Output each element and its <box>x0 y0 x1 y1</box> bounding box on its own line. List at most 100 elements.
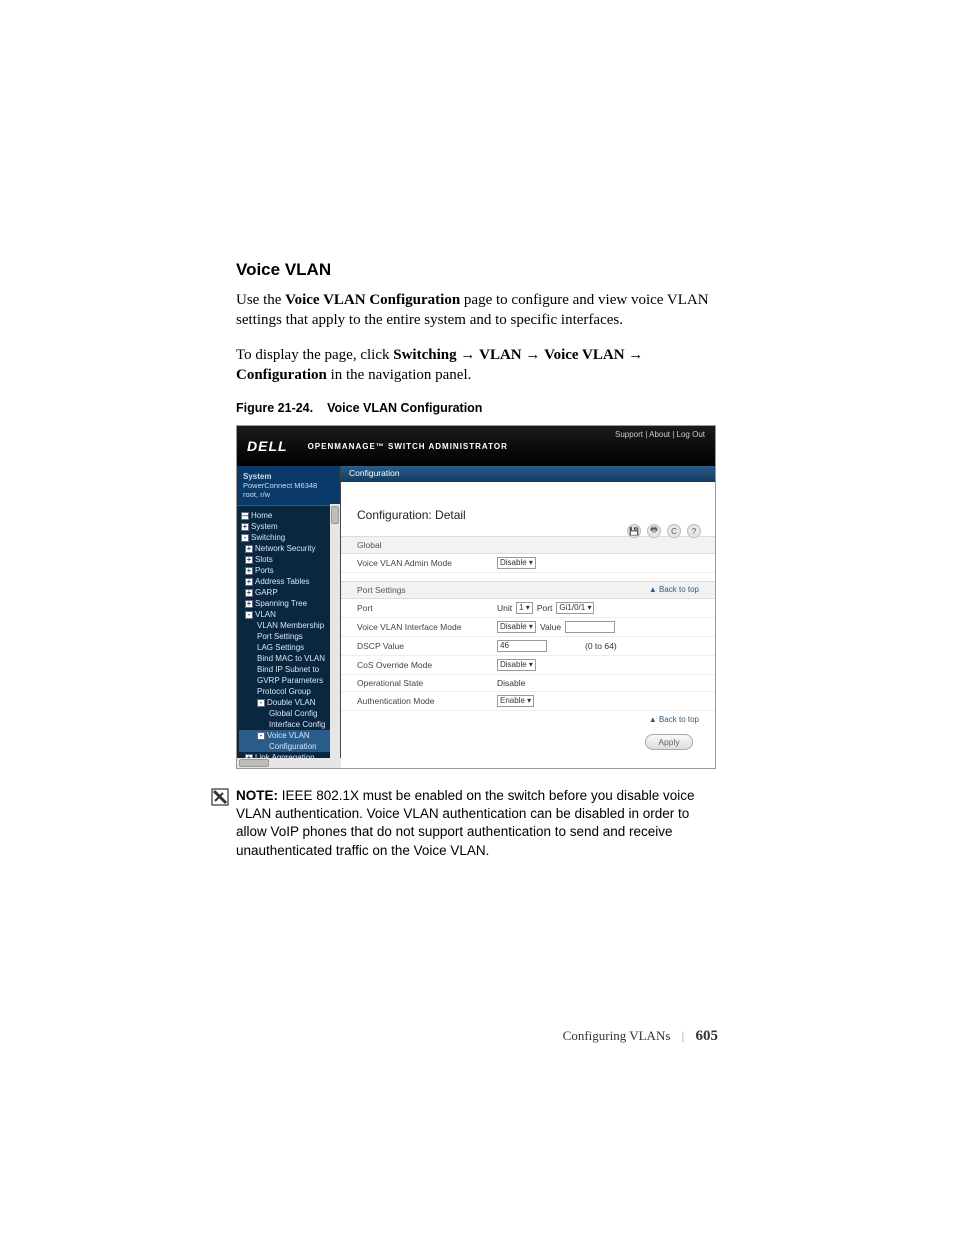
help-icon[interactable]: ? <box>687 524 701 538</box>
main-panel: Configuration Configuration: Detail 💾 🖶 … <box>341 466 715 768</box>
screenshot-figure: DELL OPENMANAGE™ SWITCH ADMINISTRATOR Su… <box>236 425 716 769</box>
select-unit[interactable]: 1 ▾ <box>516 602 533 614</box>
tree-item[interactable]: VLAN Membership <box>239 620 338 631</box>
dscp-range: (0 to 64) <box>585 641 617 651</box>
print-icon[interactable]: 🖶 <box>647 524 661 538</box>
save-icon[interactable]: 💾 <box>627 524 641 538</box>
tree-item[interactable]: +Slots <box>239 554 338 565</box>
tree-item[interactable]: GVRP Parameters <box>239 675 338 686</box>
tree-item[interactable]: —Home <box>239 510 338 521</box>
footer-separator: | <box>682 1028 685 1043</box>
sidebar-vscrollbar[interactable] <box>330 504 340 758</box>
tree-item[interactable]: Global Config <box>239 708 338 719</box>
nav-step: Configuration <box>236 367 327 383</box>
nav-paragraph: To display the page, click Switching → V… <box>236 345 718 386</box>
tree-expand-icon[interactable]: + <box>245 556 253 564</box>
tree-item-label: Interface Config <box>269 720 325 729</box>
tree-expand-icon[interactable]: + <box>245 567 253 575</box>
tree-item[interactable]: Protocol Group <box>239 686 338 697</box>
system-block: System PowerConnect M6348 root, r/w <box>237 466 340 506</box>
text: Use the <box>236 292 285 308</box>
tree-item[interactable]: Interface Config <box>239 719 338 730</box>
figure-number: Figure 21-24. <box>236 401 313 415</box>
refresh-icon[interactable]: C <box>667 524 681 538</box>
row-auth: Authentication Mode Enable ▾ <box>341 692 715 711</box>
tree-item-label: Port Settings <box>257 632 303 641</box>
select-iface-mode[interactable]: Disable ▾ <box>497 621 536 633</box>
select-cos[interactable]: Disable ▾ <box>497 659 536 671</box>
tree-expand-icon[interactable]: + <box>245 600 253 608</box>
select-auth[interactable]: Enable ▾ <box>497 695 534 707</box>
figure-caption: Figure 21-24. Voice VLAN Configuration <box>236 401 718 415</box>
tree-item[interactable]: +Address Tables <box>239 576 338 587</box>
tree-item[interactable]: LAG Settings <box>239 642 338 653</box>
tree-expand-icon[interactable]: - <box>241 534 249 542</box>
label-admin-mode: Voice VLAN Admin Mode <box>357 558 497 568</box>
tree-item[interactable]: Configuration <box>239 741 338 752</box>
top-links[interactable]: Support | About | Log Out <box>615 430 705 439</box>
note-block: NOTE: IEEE 802.1X must be enabled on the… <box>236 787 718 860</box>
tree-item-label: Global Config <box>269 709 317 718</box>
tree-item[interactable]: Bind MAC to VLAN <box>239 653 338 664</box>
tree-item-label: VLAN <box>255 610 276 619</box>
tree-item-label: Bind MAC to VLAN <box>257 654 325 663</box>
tree-item-label: System <box>251 522 278 531</box>
arrow: → <box>625 347 644 363</box>
row-port: Port Unit 1 ▾ Port Gi1/0/1 ▾ <box>341 599 715 618</box>
detail-header-row: Configuration: Detail <box>341 482 715 528</box>
tree-item-label: Network Security <box>255 544 315 553</box>
apply-button[interactable]: Apply <box>645 734 693 750</box>
tree-expand-icon[interactable]: + <box>245 545 253 553</box>
tree-item[interactable]: +Spanning Tree <box>239 598 338 609</box>
tree-expand-icon[interactable]: - <box>257 699 265 707</box>
detail-title: Configuration: Detail <box>357 508 466 522</box>
tab-header[interactable]: Configuration <box>341 466 715 482</box>
tree-item[interactable]: +System <box>239 521 338 532</box>
select-admin-mode[interactable]: Disable ▾ <box>497 557 536 569</box>
action-icons: 💾 🖶 C ? <box>627 524 701 538</box>
app-body: System PowerConnect M6348 root, r/w —Hom… <box>237 466 715 768</box>
sidebar: System PowerConnect M6348 root, r/w —Hom… <box>237 466 341 768</box>
nav-tree[interactable]: —Home+System-Switching+Network Security+… <box>237 506 340 769</box>
tree-item[interactable]: -Switching <box>239 532 338 543</box>
tree-item[interactable]: +GARP <box>239 587 338 598</box>
tree-item-label: GARP <box>255 588 278 597</box>
text: in the navigation panel. <box>327 367 472 383</box>
tree-expand-icon[interactable]: + <box>241 523 249 531</box>
user-role: root, r/w <box>243 490 334 499</box>
arrow: → <box>522 347 545 363</box>
row-cos: CoS Override Mode Disable ▾ <box>341 656 715 675</box>
tree-item[interactable]: -VLAN <box>239 609 338 620</box>
tree-expand-icon[interactable]: - <box>257 732 265 740</box>
tree-item-label: Voice VLAN <box>267 731 310 740</box>
sidebar-hscrollbar[interactable] <box>237 758 341 768</box>
tree-item[interactable]: +Ports <box>239 565 338 576</box>
figure-title: Voice VLAN Configuration <box>327 401 482 415</box>
back-to-top-link[interactable]: ▲ Back to top <box>649 715 699 724</box>
intro-paragraph: Use the Voice VLAN Configuration page to… <box>236 290 718 331</box>
tree-item[interactable]: Port Settings <box>239 631 338 642</box>
tree-expand-icon[interactable]: — <box>241 512 249 520</box>
row-opstate: Operational State Disable <box>341 675 715 692</box>
input-iface-value[interactable] <box>565 621 615 633</box>
tree-expand-icon[interactable]: - <box>245 611 253 619</box>
back-to-top-link[interactable]: ▲ Back to top <box>649 585 699 595</box>
tree-item[interactable]: Bind IP Subnet to <box>239 664 338 675</box>
global-section-header: Global <box>341 536 715 554</box>
nav-step: Voice VLAN <box>544 347 624 363</box>
tree-item[interactable]: +Network Security <box>239 543 338 554</box>
select-port[interactable]: Gi1/0/1 ▾ <box>556 602 594 614</box>
section-label: Port Settings <box>357 585 406 595</box>
tree-expand-icon[interactable]: + <box>245 578 253 586</box>
tree-item-label: LAG Settings <box>257 643 304 652</box>
tree-expand-icon[interactable]: + <box>245 589 253 597</box>
port-section-header: Port Settings ▲ Back to top <box>341 581 715 599</box>
tree-item-label: Home <box>251 511 272 520</box>
section-label: Global <box>357 540 382 550</box>
tree-item[interactable]: -Voice VLAN <box>239 730 338 741</box>
tree-item-label: Address Tables <box>255 577 310 586</box>
input-dscp[interactable]: 46 <box>497 640 547 652</box>
row-dscp: DSCP Value 46 (0 to 64) <box>341 637 715 656</box>
tree-item[interactable]: -Double VLAN <box>239 697 338 708</box>
page-footer: Configuring VLANs | 605 <box>563 1028 718 1045</box>
